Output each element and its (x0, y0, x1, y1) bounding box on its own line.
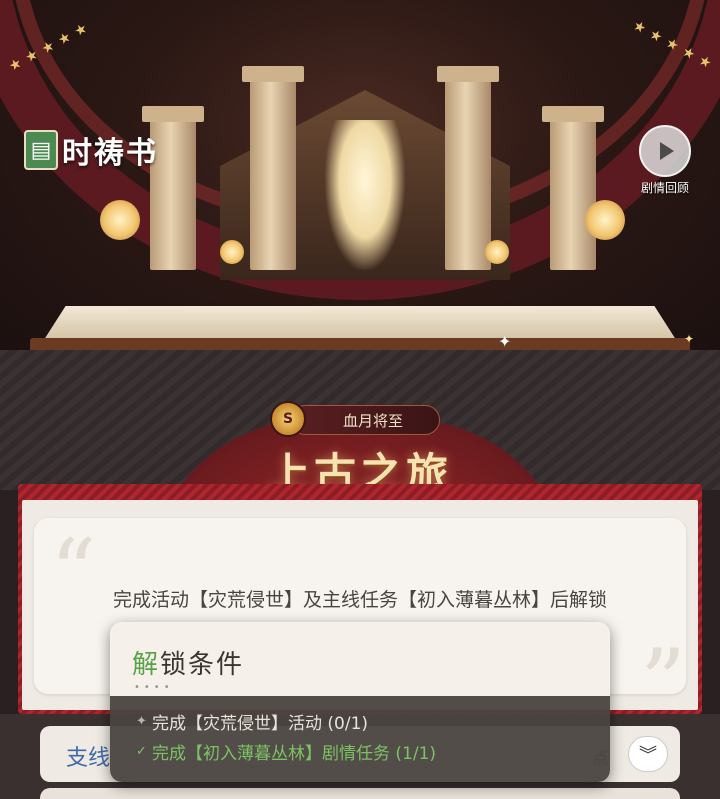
tooltip-header: 解锁条件 •••• (110, 622, 610, 696)
lamp-icon (100, 200, 140, 240)
tooltip-title-rest: 锁条件 (160, 650, 245, 680)
tooltip-title-accent: 解 (132, 650, 161, 680)
check-icon: ✓ (136, 743, 147, 759)
book-icon: ▤ (24, 130, 58, 170)
story-replay-button[interactable]: 剧情回顾 (630, 125, 700, 196)
double-chevron-down-icon[interactable]: ︾ (628, 736, 668, 772)
replay-label: 剧情回顾 (640, 181, 689, 195)
condition-text: 完成【初入薄暮丛林】剧情任务 (1/1) (152, 743, 437, 764)
lamp-icon (220, 240, 244, 264)
coin-icon: S (270, 401, 306, 437)
lamp-icon (485, 240, 509, 264)
goddess-figure (325, 120, 405, 270)
next-row (40, 788, 680, 799)
branch-quest-label: 支线 (66, 746, 111, 771)
replay-icon[interactable] (639, 125, 691, 177)
condition-text: 完成【灾荒侵世】活动 (0/1) (152, 713, 369, 734)
chapter-subtitle: 血月将至 (290, 405, 440, 435)
sparkle-icon: ✦ (498, 332, 512, 351)
divider-dots: •••• (134, 682, 174, 693)
condition-item: ✦ 完成【灾荒侵世】活动 (0/1) (136, 706, 610, 736)
condition-item: ✓ 完成【初入薄暮丛林】剧情任务 (1/1) (136, 736, 610, 766)
event-title-badge: ▤ 时祷书 (24, 126, 158, 174)
hero-stage: ★★★★★ ★★★★★ ✦ ✦ ✦ ▤ 时祷书 剧情回顾 (0, 0, 720, 360)
tooltip-title: 解锁条件 (132, 644, 610, 681)
pillar (542, 106, 604, 270)
lamp-icon (585, 200, 625, 240)
pillar (437, 66, 499, 270)
pending-mark-icon: ✦ (136, 713, 147, 729)
sparkle-icon: ✦ (684, 332, 695, 346)
tooltip-body: ✦ 完成【灾荒侵世】活动 (0/1) ✓ 完成【初入薄暮丛林】剧情任务 (1/1… (110, 696, 610, 782)
pillar (242, 66, 304, 270)
unlock-conditions-tooltip: 解锁条件 •••• ✦ 完成【灾荒侵世】活动 (0/1) ✓ 完成【初入薄暮丛林… (110, 622, 610, 782)
event-title: 时祷书 (62, 136, 158, 171)
unlock-description: 完成活动【灾荒侵世】及主线任务【初入薄暮丛林】后解锁 (112, 589, 607, 611)
popup-book-scene (70, 60, 660, 330)
